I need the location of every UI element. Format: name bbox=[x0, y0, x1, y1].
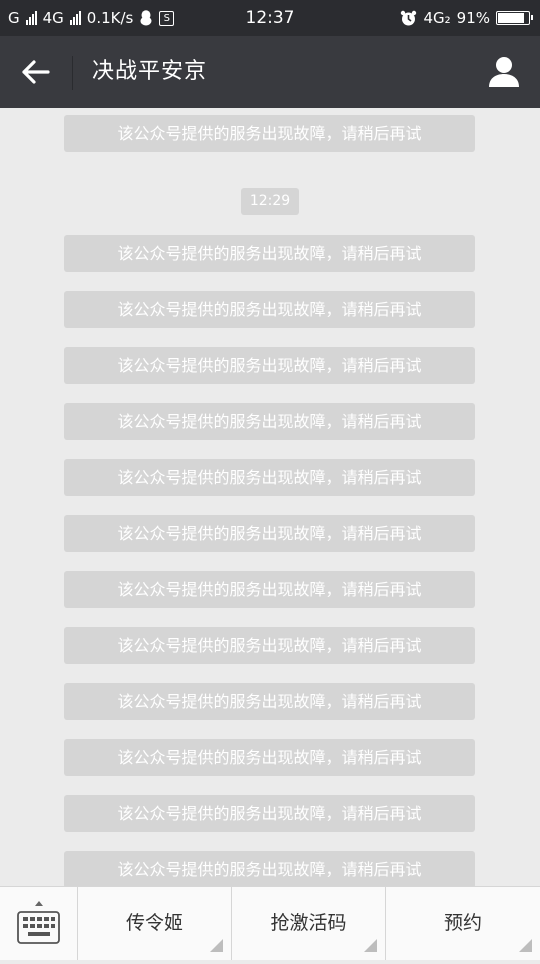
battery-percent: 91% bbox=[456, 9, 490, 27]
battery-icon bbox=[496, 11, 533, 25]
keyboard-icon bbox=[17, 901, 60, 944]
person-icon bbox=[489, 57, 519, 87]
error-message-bubble[interactable]: 该公众号提供的服务出现故障，请稍后再试 bbox=[64, 235, 475, 272]
status-bar: G 4G 0.1K/s S 12:37 4G₂ 91% bbox=[0, 0, 540, 36]
menu-item-reserve[interactable]: 预约 bbox=[385, 887, 540, 960]
error-message-bubble[interactable]: 该公众号提供的服务出现故障，请稍后再试 bbox=[64, 851, 475, 886]
chat-area[interactable]: 该公众号提供的服务出现故障，请稍后再试 12:29 该公众号提供的服务出现故障，请稍… bbox=[0, 108, 540, 886]
page-title: 决战平安京 bbox=[92, 59, 208, 84]
menu-item-activation-code[interactable]: 抢激活码 bbox=[231, 887, 385, 960]
error-message-bubble[interactable]: 该公众号提供的服务出现故障，请稍后再试 bbox=[64, 115, 475, 152]
submenu-triangle-icon bbox=[210, 939, 223, 952]
error-message-bubble[interactable]: 该公众号提供的服务出现故障，请稍后再试 bbox=[64, 291, 475, 328]
error-message-bubble[interactable]: 该公众号提供的服务出现故障，请稍后再试 bbox=[64, 347, 475, 384]
menu-item-label: 抢激活码 bbox=[270, 912, 347, 934]
error-message-bubble[interactable]: 该公众号提供的服务出现故障，请稍后再试 bbox=[64, 627, 475, 664]
error-message-bubble[interactable]: 该公众号提供的服务出现故障，请稍后再试 bbox=[64, 459, 475, 496]
back-arrow-icon bbox=[22, 60, 50, 84]
error-message-bubble[interactable]: 该公众号提供的服务出现故障，请稍后再试 bbox=[64, 403, 475, 440]
chat-timestamp: 12:29 bbox=[241, 188, 299, 215]
profile-button[interactable] bbox=[486, 54, 522, 90]
error-message-bubble[interactable]: 该公众号提供的服务出现故障，请稍后再试 bbox=[64, 739, 475, 776]
network-type: 4G₂ bbox=[423, 9, 451, 27]
keyboard-toggle-button[interactable] bbox=[0, 887, 77, 960]
bottom-menu-bar: 传令姬 抢激活码 预约 bbox=[0, 886, 540, 960]
error-message-bubble[interactable]: 该公众号提供的服务出现故障，请稍后再试 bbox=[64, 571, 475, 608]
menu-item-label: 预约 bbox=[443, 912, 482, 934]
title-bar: 决战平安京 bbox=[0, 36, 540, 108]
error-message-bubble[interactable]: 该公众号提供的服务出现故障，请稍后再试 bbox=[64, 515, 475, 552]
back-button[interactable] bbox=[14, 52, 58, 92]
submenu-triangle-icon bbox=[519, 939, 532, 952]
error-message-bubble[interactable]: 该公众号提供的服务出现故障，请稍后再试 bbox=[64, 795, 475, 832]
menu-item-chuanlingji[interactable]: 传令姬 bbox=[77, 887, 231, 960]
error-message-bubble[interactable]: 该公众号提供的服务出现故障，请稍后再试 bbox=[64, 683, 475, 720]
menu-item-label: 传令姬 bbox=[125, 912, 183, 934]
status-right: 4G₂ 91% bbox=[400, 0, 533, 36]
alarm-clock-icon bbox=[401, 10, 417, 25]
title-divider bbox=[72, 56, 73, 90]
submenu-triangle-icon bbox=[364, 939, 377, 952]
